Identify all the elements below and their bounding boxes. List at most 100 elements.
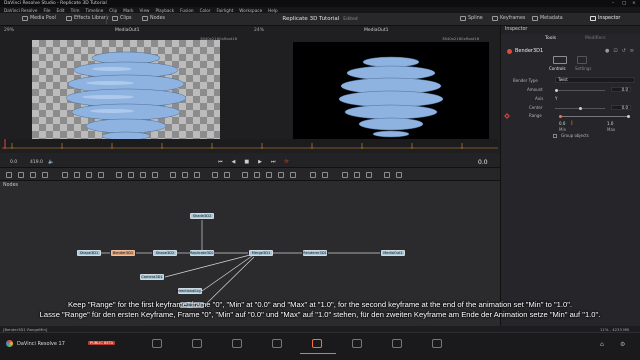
saver-tool-icon[interactable]: [396, 172, 402, 178]
range-min-value[interactable]: 0.0: [559, 121, 565, 126]
timeline-start[interactable]: 0.0: [10, 160, 17, 165]
polygon-tool-icon[interactable]: [62, 172, 68, 178]
keyframes-button[interactable]: Keyframes: [492, 16, 525, 21]
viewer-right-canvas[interactable]: [293, 42, 489, 146]
paint-tool-icon[interactable]: [18, 172, 24, 178]
keyer-tool-icon[interactable]: [366, 172, 372, 178]
tracker-tool-icon[interactable]: [342, 172, 348, 178]
go-to-end-icon[interactable]: ⏭: [271, 159, 276, 165]
camera3d-tool-icon[interactable]: [278, 172, 284, 178]
menu-playback[interactable]: Playback: [155, 8, 174, 13]
merge-tool-icon[interactable]: [42, 172, 48, 178]
menu-clip[interactable]: Clip: [109, 8, 117, 13]
particle-emitter-tool-icon[interactable]: [212, 172, 218, 178]
menu-mark[interactable]: Mark: [123, 8, 133, 13]
viewer-left-zoom[interactable]: 29%: [4, 28, 14, 36]
tab-tools[interactable]: Tools: [545, 36, 556, 41]
bender-type-select[interactable]: Twist: [555, 77, 635, 83]
bspline-tool-icon[interactable]: [74, 172, 80, 178]
menu-timeline[interactable]: Timeline: [85, 8, 103, 13]
node-shade3d2[interactable]: Shade3D2: [190, 213, 214, 219]
merge3d-tool-icon[interactable]: [266, 172, 272, 178]
background-tool-icon[interactable]: [6, 172, 12, 178]
particle-render-tool-icon[interactable]: [224, 172, 230, 178]
metadata-button[interactable]: Metadata: [532, 16, 563, 21]
menu-file[interactable]: File: [43, 8, 50, 13]
amount-value[interactable]: 0.0: [611, 87, 631, 92]
menu-workspace[interactable]: Workspace: [239, 8, 262, 13]
blur-tool-icon[interactable]: [116, 172, 122, 178]
menu-trim[interactable]: Trim: [71, 8, 80, 13]
rectangle-tool-icon[interactable]: [86, 172, 92, 178]
deliver-page-icon[interactable]: [432, 339, 442, 348]
center-value[interactable]: 0.0: [611, 105, 631, 110]
fusion-page-active-icon[interactable]: [312, 339, 322, 348]
replicate3d-tool-icon[interactable]: [322, 172, 328, 178]
node-mediaout1[interactable]: MediaOut1: [381, 250, 405, 256]
group-objects-checkbox[interactable]: [553, 134, 557, 138]
home-icon[interactable]: ⌂: [600, 341, 604, 348]
media-page-icon[interactable]: [152, 339, 162, 348]
fusion-page-icon[interactable]: [272, 339, 282, 348]
node-shape3d2[interactable]: Shape3D2: [153, 250, 177, 256]
center-slider-knob[interactable]: [579, 106, 582, 110]
planar-tracker-tool-icon[interactable]: [354, 172, 360, 178]
renderer3d-tool-icon[interactable]: [290, 172, 296, 178]
node-shape3d1[interactable]: Shape3D1: [77, 250, 101, 256]
menu-view[interactable]: View: [140, 8, 150, 13]
menu-fusion[interactable]: Fusion: [180, 8, 193, 13]
matte-tool-icon[interactable]: [152, 172, 158, 178]
maximize-icon[interactable]: □: [622, 1, 626, 6]
current-time[interactable]: 0.0: [478, 159, 488, 166]
viewer-left-canvas[interactable]: [32, 40, 220, 146]
color-page-icon[interactable]: [352, 339, 362, 348]
menu-davinci[interactable]: DaVinci Resolve: [4, 8, 37, 13]
go-to-start-icon[interactable]: ⏮: [218, 159, 223, 165]
menu-color[interactable]: Color: [200, 8, 211, 13]
subtab-controls[interactable]: Controls: [549, 66, 566, 71]
loop-icon[interactable]: ⟳: [284, 159, 288, 165]
play-reverse-icon[interactable]: ◀: [232, 159, 236, 165]
tab-modifiers[interactable]: Modifiers: [585, 36, 606, 41]
menu-edit[interactable]: Edit: [56, 8, 64, 13]
node-directional-light-1[interactable]: DirectionalLig...: [176, 288, 204, 294]
timeline-end[interactable]: 419.0: [30, 160, 43, 165]
amount-slider[interactable]: [555, 88, 605, 92]
minimize-icon[interactable]: –: [612, 1, 614, 6]
text-tool-icon[interactable]: [30, 172, 36, 178]
shape3d-tool-icon[interactable]: [242, 172, 248, 178]
enable-toggle-icon[interactable]: ●: [605, 48, 609, 54]
fairlight-page-icon[interactable]: [392, 339, 402, 348]
axis-value[interactable]: Y: [555, 96, 557, 101]
time-ruler[interactable]: [2, 139, 498, 149]
resize-tool-icon[interactable]: [194, 172, 200, 178]
cut-page-icon[interactable]: [192, 339, 202, 348]
audio-icon[interactable]: 🔈: [48, 159, 54, 165]
more-options-icon[interactable]: ≡: [630, 48, 634, 54]
lock-icon[interactable]: ⊡: [613, 48, 617, 54]
menu-help[interactable]: Help: [268, 8, 278, 13]
inspector-button[interactable]: Inspector: [590, 16, 620, 21]
center-slider[interactable]: [555, 106, 605, 110]
curves-tool-icon[interactable]: [140, 172, 146, 178]
edit-page-icon[interactable]: [232, 339, 242, 348]
crop-tool-icon[interactable]: [182, 172, 188, 178]
text3d-tool-icon[interactable]: [254, 172, 260, 178]
range-keyframe-icon[interactable]: [504, 113, 510, 119]
transform-tool-icon[interactable]: [170, 172, 176, 178]
reset-icon[interactable]: ↺: [622, 48, 626, 54]
viewer-right-zoom[interactable]: 24%: [254, 28, 264, 36]
range-min-knob[interactable]: [559, 114, 562, 118]
controls-tab-icon[interactable]: [553, 56, 567, 64]
range-max-value[interactable]: 1.0: [607, 121, 613, 126]
spotlight-tool-icon[interactable]: [310, 172, 316, 178]
settings-gear-icon[interactable]: ⚙: [620, 341, 625, 348]
amount-slider-knob[interactable]: [555, 88, 558, 92]
node-camera3d1[interactable]: Camera3D1: [140, 274, 164, 280]
menu-fairlight[interactable]: Fairlight: [217, 8, 234, 13]
play-icon[interactable]: ▶: [258, 159, 262, 165]
close-icon[interactable]: ×: [632, 1, 636, 6]
node-renderer3d1[interactable]: Renderer3D1: [303, 250, 327, 256]
node-merge3d1[interactable]: Merge3D1: [249, 250, 273, 256]
stop-icon[interactable]: ■: [244, 159, 249, 165]
